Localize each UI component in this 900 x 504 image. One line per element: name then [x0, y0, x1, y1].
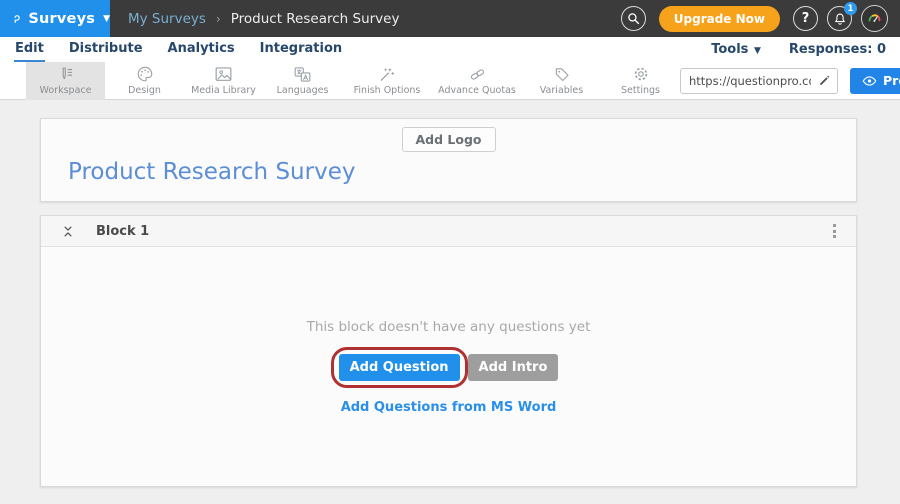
- block-header: Block 1: [41, 216, 856, 247]
- eye-icon: [862, 75, 877, 87]
- palette-icon: [136, 65, 154, 83]
- toolbar-item-workspace[interactable]: Workspace: [26, 62, 105, 100]
- block-empty-state: This block doesn't have any questions ye…: [41, 247, 856, 486]
- block-menu-button[interactable]: [825, 221, 843, 241]
- gear-icon: [632, 65, 650, 83]
- notification-badge: 1: [844, 2, 857, 15]
- chevron-down-icon: ▼: [754, 46, 761, 56]
- survey-title[interactable]: Product Research Survey: [68, 159, 355, 185]
- toolbar-item-label: Variables: [540, 85, 583, 96]
- add-question-button[interactable]: Add Question: [339, 354, 460, 381]
- toolbar-item-variables[interactable]: Variables: [522, 62, 601, 100]
- tag-icon: [553, 66, 571, 83]
- preview-label: Preview: [883, 73, 900, 88]
- add-question-annotated-wrap: Add Question: [339, 354, 460, 381]
- collapse-block-button[interactable]: [58, 221, 78, 241]
- bell-icon: [833, 12, 847, 26]
- responses-count: Responses: 0: [789, 42, 886, 57]
- surveys-label: Surveys: [28, 11, 95, 27]
- breadcrumb-current-survey: Product Research Survey: [231, 11, 400, 27]
- avatar-gauge-icon: [866, 10, 883, 27]
- questionpro-logo-icon: [13, 9, 21, 28]
- breadcrumb-my-surveys[interactable]: My Surveys: [128, 11, 206, 27]
- image-icon: [214, 66, 233, 83]
- help-icon: ?: [802, 11, 810, 26]
- upgrade-now-button[interactable]: Upgrade Now: [659, 6, 780, 32]
- toolbar-item-label: Settings: [621, 85, 660, 96]
- toolbar-item-label: Languages: [277, 85, 329, 96]
- toolbar-item-finish-options[interactable]: Finish Options: [342, 62, 432, 100]
- block-card: Block 1 This block doesn't have any ques…: [40, 215, 857, 487]
- tools-dropdown[interactable]: Tools ▼: [711, 42, 761, 57]
- empty-block-message: This block doesn't have any questions ye…: [307, 319, 591, 335]
- account-avatar[interactable]: [861, 5, 888, 32]
- collapse-icon: [62, 225, 74, 238]
- toolbar-item-design[interactable]: Design: [105, 62, 184, 100]
- pencil-list-icon: [57, 66, 75, 83]
- tab-distribute[interactable]: Distribute: [68, 37, 144, 62]
- toolbar-item-label: Design: [128, 85, 161, 96]
- preview-button[interactable]: Preview: [850, 68, 900, 94]
- notifications-button[interactable]: 1: [827, 6, 852, 31]
- kebab-menu-icon: [833, 224, 836, 227]
- toolbar-item-label: Advance Quotas: [438, 85, 516, 96]
- tab-analytics[interactable]: Analytics: [167, 37, 236, 62]
- tab-edit[interactable]: Edit: [14, 37, 45, 62]
- toolbar-item-label: Finish Options: [354, 85, 421, 96]
- translate-icon: [293, 66, 312, 83]
- survey-editor-content: Add Logo Product Research Survey Block 1…: [0, 100, 900, 504]
- survey-url-container: [680, 68, 838, 94]
- toolbar-item-languages[interactable]: Languages: [263, 62, 342, 100]
- topbar-actions: Upgrade Now ? 1: [621, 5, 900, 32]
- search-icon: [627, 12, 640, 25]
- edit-toolbar: Workspace Design Media Library Languages: [0, 62, 900, 100]
- toolbar-item-settings[interactable]: Settings: [601, 62, 680, 100]
- survey-url-input[interactable]: [680, 68, 838, 94]
- toolbar-item-media-library[interactable]: Media Library: [184, 62, 263, 100]
- help-button[interactable]: ?: [793, 6, 818, 31]
- survey-header-card: Add Logo Product Research Survey: [40, 118, 857, 202]
- chevron-down-icon: ▼: [103, 14, 110, 24]
- add-logo-button[interactable]: Add Logo: [401, 127, 495, 152]
- add-intro-button[interactable]: Add Intro: [468, 354, 559, 381]
- toolbar-item-label: Media Library: [191, 85, 256, 96]
- search-button[interactable]: [621, 6, 646, 31]
- block-action-buttons: Add Question Add Intro: [339, 354, 559, 381]
- surveys-app-switcher[interactable]: Surveys ▼: [0, 0, 110, 37]
- subnav-right: Tools ▼ Responses: 0: [711, 37, 886, 62]
- magic-wand-icon: [378, 66, 396, 83]
- toolbar-item-advance-quotas[interactable]: Advance Quotas: [432, 62, 522, 100]
- block-title: Block 1: [96, 224, 149, 239]
- pencil-icon[interactable]: [818, 74, 831, 87]
- tab-integration[interactable]: Integration: [259, 37, 343, 62]
- toolbar-item-label: Workspace: [40, 85, 92, 96]
- breadcrumb: My Surveys › Product Research Survey: [128, 11, 399, 27]
- breadcrumb-separator-icon: ›: [216, 12, 221, 26]
- top-navbar: Surveys ▼ My Surveys › Product Research …: [0, 0, 900, 37]
- chain-link-icon: [468, 66, 487, 83]
- survey-section-nav: Edit Distribute Analytics Integration To…: [0, 37, 900, 62]
- add-questions-ms-word-link[interactable]: Add Questions from MS Word: [341, 400, 557, 415]
